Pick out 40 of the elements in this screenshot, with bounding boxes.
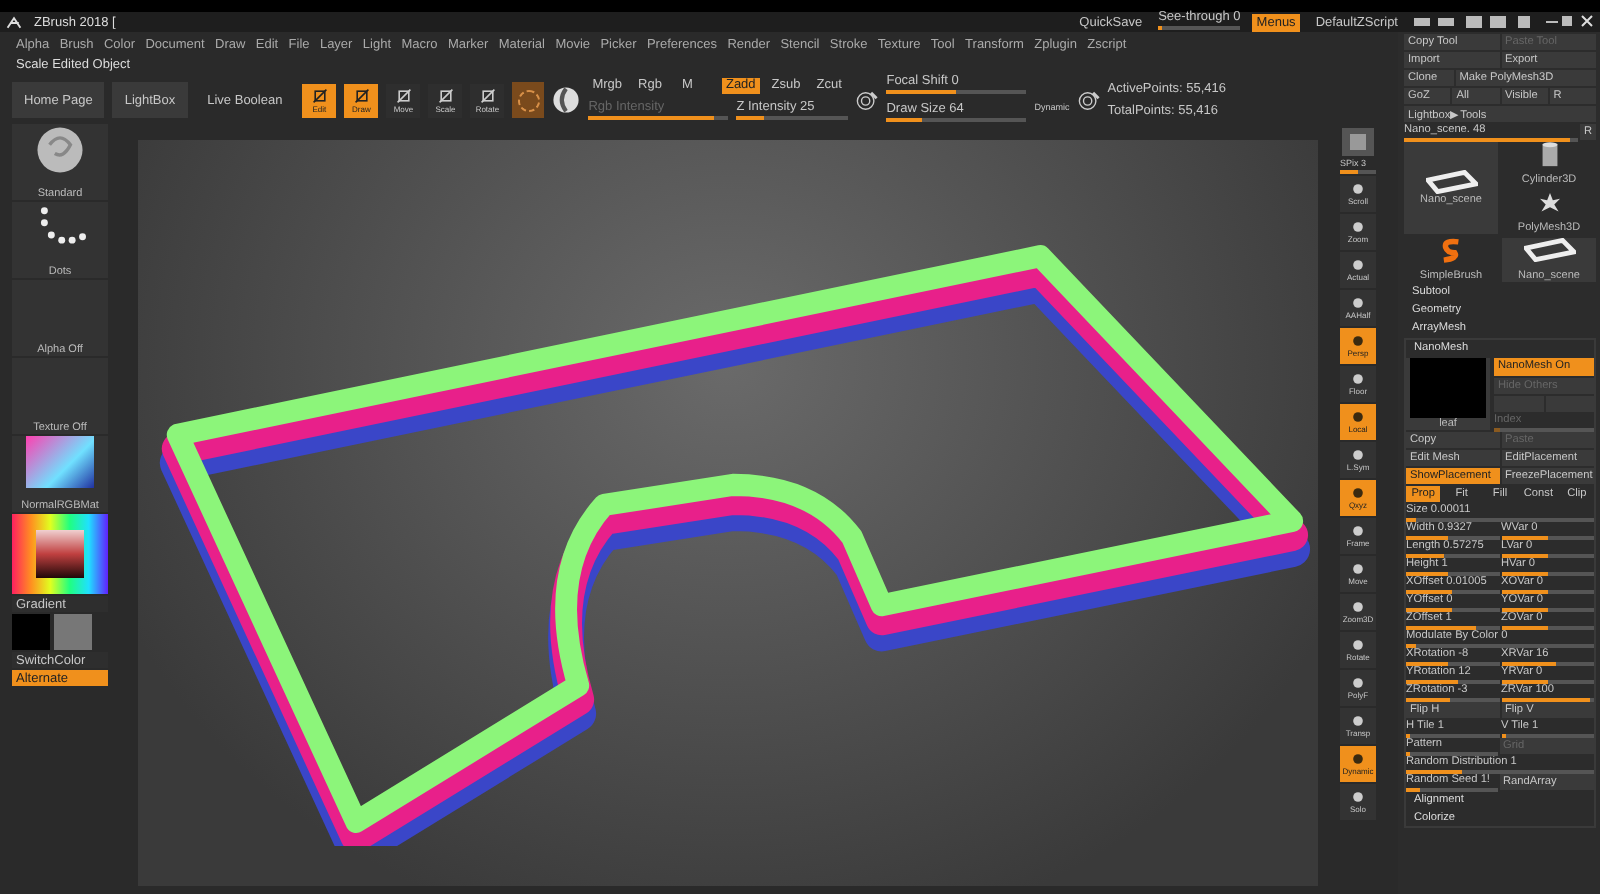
- box-icon: [437, 87, 454, 103]
- sphere-icon: [34, 124, 86, 176]
- dot-icon: [1350, 790, 1366, 804]
- box-icon: [479, 87, 496, 103]
- dot-icon: [1350, 524, 1366, 538]
- dot-icon: [1350, 638, 1366, 652]
- dot-icon: [1350, 410, 1366, 424]
- dot-icon: [1350, 562, 1366, 576]
- color-swatch[interactable]: [54, 614, 92, 650]
- material-swatch: [26, 436, 94, 488]
- frame-icon: [1425, 170, 1477, 194]
- dot-icon: [1350, 600, 1366, 614]
- color-swatch[interactable]: [12, 614, 50, 650]
- dot-icon: [1350, 296, 1366, 310]
- dot-icon: [1350, 486, 1366, 500]
- dot-icon: [1350, 714, 1366, 728]
- cylinder-icon: [1539, 142, 1559, 168]
- box-icon: [353, 87, 370, 103]
- dot-icon: [1350, 258, 1366, 272]
- dot-icon: [1350, 752, 1366, 766]
- window-controls-icon[interactable]: [1414, 14, 1594, 30]
- color-picker[interactable]: [12, 514, 108, 594]
- dot-icon: [1350, 372, 1366, 386]
- sphere-icon[interactable]: [552, 86, 581, 114]
- box-icon: [311, 87, 328, 103]
- app-logo-icon: [6, 15, 22, 29]
- dot-icon: [1350, 334, 1366, 348]
- dot-icon: [1350, 676, 1366, 690]
- dot-icon: [1350, 220, 1366, 234]
- square-icon: [1348, 132, 1368, 152]
- dot-icon: [1350, 182, 1366, 196]
- brush-size-icon[interactable]: [856, 89, 879, 111]
- brush-size-icon[interactable]: [1077, 89, 1100, 111]
- dot-icon: [1350, 448, 1366, 462]
- brush-s-icon: [1441, 238, 1461, 264]
- material-swatch-icon[interactable]: [512, 82, 545, 118]
- render-button[interactable]: [1342, 128, 1374, 156]
- star-icon: [1539, 190, 1559, 216]
- box-icon: [395, 87, 412, 103]
- frame-icon: [1523, 238, 1575, 262]
